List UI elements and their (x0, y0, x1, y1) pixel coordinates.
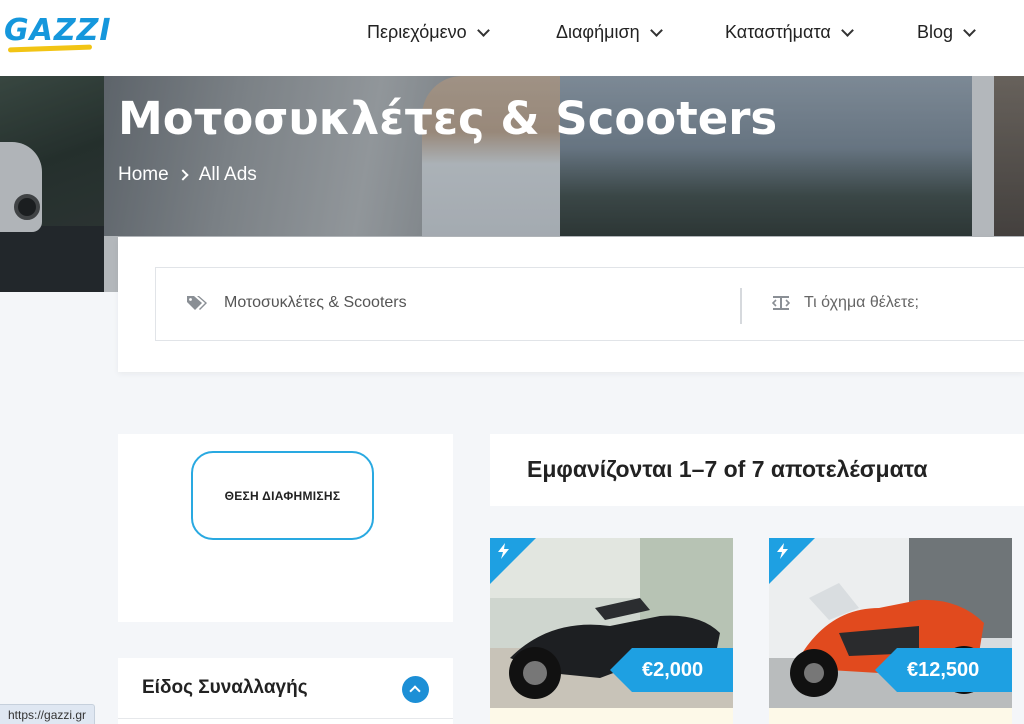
nav-label: Καταστήματα (725, 22, 831, 42)
page-title: Μοτοσυκλέτες & Scooters (118, 92, 778, 145)
chevron-up-icon (409, 685, 421, 697)
vehicle-field (772, 294, 1024, 312)
featured-badge (490, 538, 536, 584)
listing-price: €12,500 (897, 648, 1012, 692)
results-header: Εμφανίζονται 1–7 of 7 αποτελέσματα (490, 434, 1024, 506)
category-value: Μοτοσυκλέτες & Scooters (224, 294, 407, 311)
nav-item-stores[interactable]: Καταστήματα (725, 22, 854, 43)
vehicle-search-input[interactable] (804, 294, 1024, 312)
logo-text: GAZZI (4, 13, 112, 48)
site-header: GAZZI Περιεχόμενο Διαφήμιση Καταστήματα … (0, 0, 1024, 76)
listing-card[interactable]: €12,500 (769, 538, 1012, 724)
nav-item-blog[interactable]: Blog (917, 22, 976, 43)
nav-item-content[interactable]: Περιεχόμενο (367, 22, 490, 43)
results-count: Εμφανίζονται 1–7 of 7 αποτελέσματα (527, 456, 928, 482)
featured-badge (769, 538, 815, 584)
search-panel: Μοτοσυκλέτες & Scooters (118, 237, 1024, 372)
site-logo[interactable]: GAZZI (4, 14, 140, 56)
nav-label: Διαφήμιση (556, 22, 640, 42)
chevron-down-icon (649, 23, 663, 37)
category-select[interactable]: Μοτοσυκλέτες & Scooters (186, 294, 407, 312)
listing-price: €2,000 (632, 648, 733, 692)
tags-icon (187, 296, 207, 310)
listing-card[interactable]: €2,000 (490, 538, 733, 724)
breadcrumb-home[interactable]: Home (118, 164, 169, 186)
status-bar-url: https://gazzi.gr (0, 704, 96, 724)
bolt-icon (777, 543, 788, 559)
ad-placement-button[interactable]: ΘΕΣΗ ΔΙΑΦΗΜΙΣΗΣ (191, 451, 374, 540)
chevron-down-icon (476, 23, 490, 37)
chevron-right-icon (177, 169, 189, 181)
nav-label: Blog (917, 22, 954, 42)
text-cursor-icon (772, 296, 790, 310)
transaction-type-filter: Είδος Συναλλαγής (118, 658, 453, 724)
nav-label: Περιεχόμενο (367, 22, 467, 42)
nav-item-advertising[interactable]: Διαφήμιση (556, 22, 663, 43)
filter-title: Είδος Συναλλαγής (142, 677, 308, 698)
breadcrumb: Home All Ads (118, 164, 257, 186)
search-divider (740, 288, 742, 324)
collapse-toggle-button[interactable] (402, 676, 429, 703)
bolt-icon (498, 543, 509, 559)
chevron-down-icon (963, 23, 976, 37)
breadcrumb-current: All Ads (198, 164, 257, 185)
chevron-down-icon (840, 23, 854, 37)
ad-placement-box: ΘΕΣΗ ΔΙΑΦΗΜΙΣΗΣ (118, 434, 453, 622)
search-bar: Μοτοσυκλέτες & Scooters (155, 267, 1024, 341)
